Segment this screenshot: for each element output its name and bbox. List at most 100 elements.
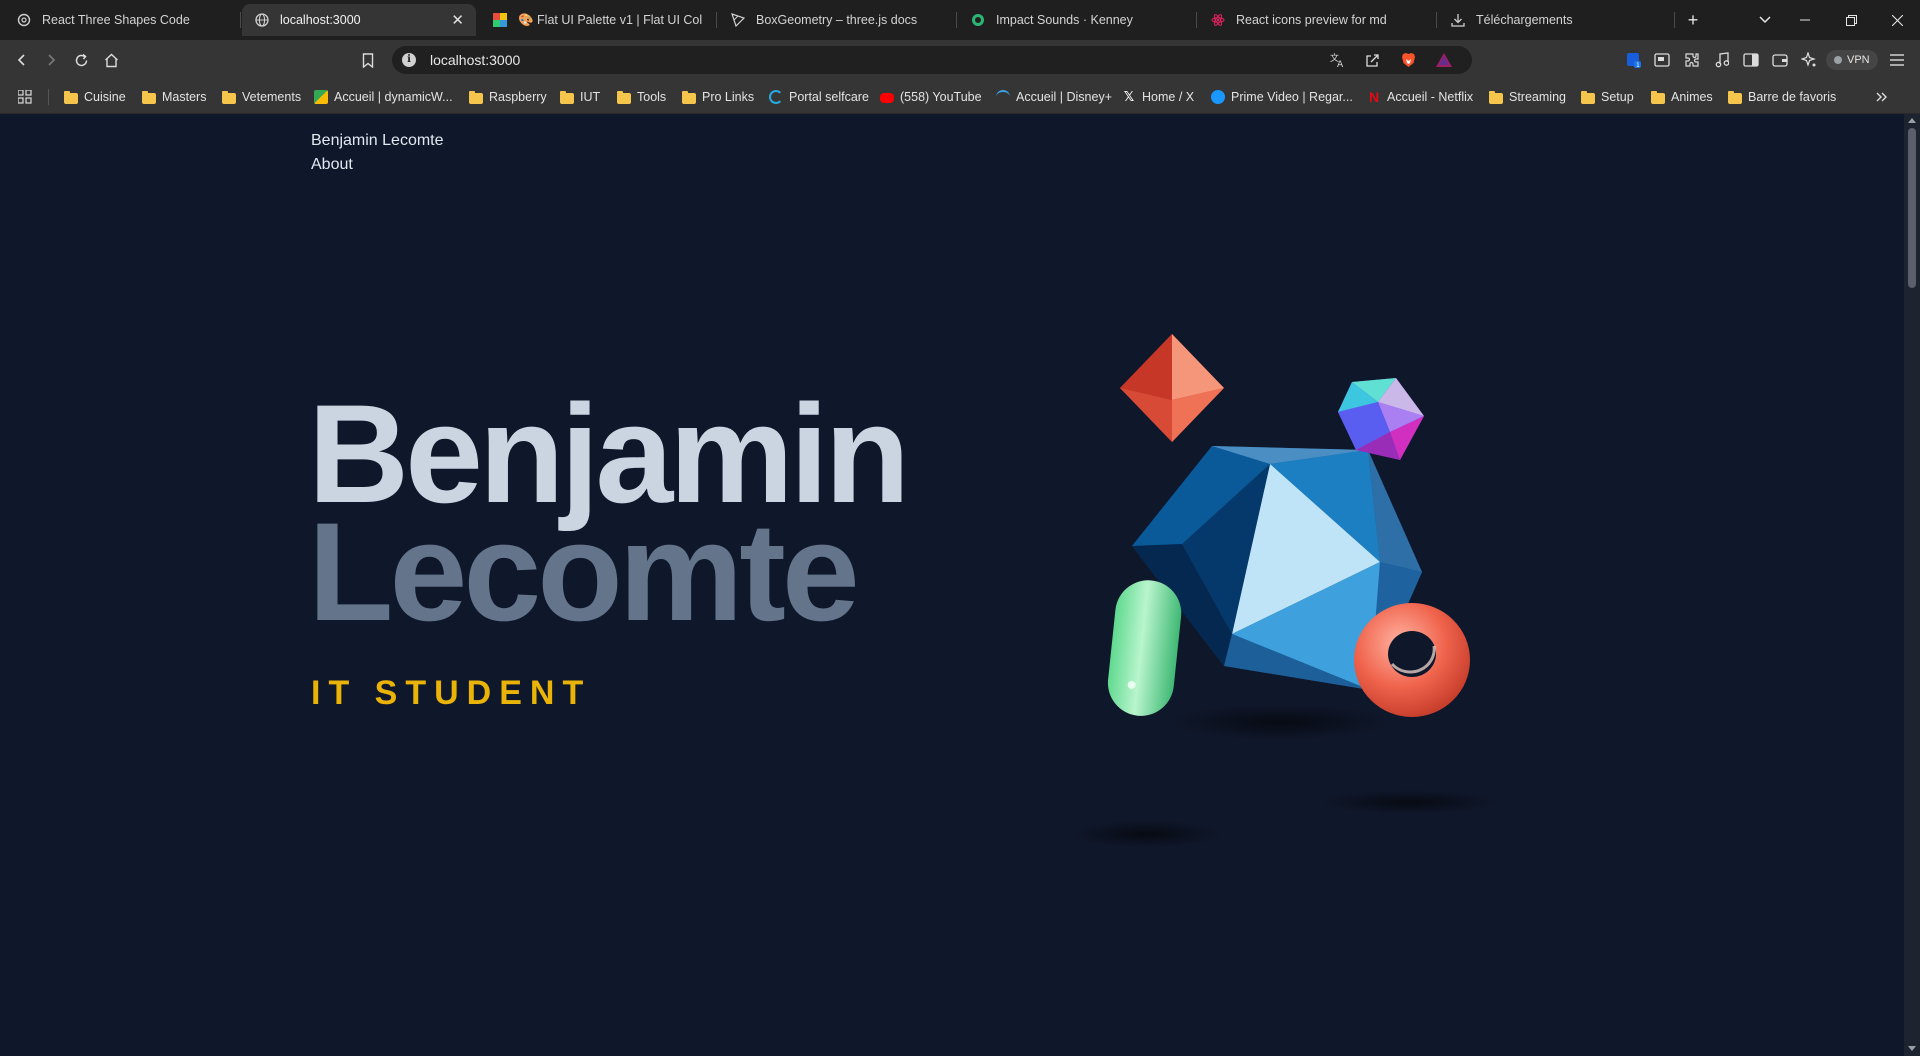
folder-icon	[64, 90, 78, 104]
main-menu-button[interactable]	[1885, 48, 1909, 72]
bookmark-label: Accueil | Disney+	[1016, 90, 1112, 104]
bookmark-dynamicw[interactable]: Accueil | dynamicW...	[314, 87, 453, 107]
tab-search-button[interactable]	[1752, 0, 1778, 40]
tab-flat-ui-palette[interactable]: 🎨 Flat UI Palette v1 | Flat UI Colors	[480, 4, 714, 36]
forward-button[interactable]	[39, 48, 63, 72]
tab-label: 🎨 Flat UI Palette v1 | Flat UI Colors	[518, 12, 702, 27]
tab-localhost[interactable]: localhost:3000 ✕	[242, 4, 476, 36]
bookmark-portal-selfcare[interactable]: Portal selfcare	[769, 87, 869, 107]
apps-button[interactable]	[18, 87, 32, 107]
scroll-up-arrow[interactable]	[1908, 118, 1916, 123]
download-icon	[1450, 12, 1466, 28]
bookmark-youtube[interactable]: (558) YouTube	[880, 87, 982, 107]
close-icon	[1891, 14, 1903, 26]
bookmark-disney[interactable]: Accueil | Disney+	[996, 87, 1112, 107]
bookmark-icon	[362, 52, 374, 68]
brave-rewards-button[interactable]	[1432, 48, 1456, 72]
brave-shields-button[interactable]	[1396, 48, 1420, 72]
green-capsule-shape	[1107, 580, 1182, 716]
bookmark-label: Prime Video | Regar...	[1231, 90, 1353, 104]
prime-video-icon	[1211, 90, 1225, 104]
shape-shadow	[1320, 790, 1500, 814]
scroll-down-arrow[interactable]	[1908, 1046, 1916, 1051]
folder-icon	[682, 90, 696, 104]
react-icon	[1210, 12, 1226, 28]
bookmark-label: Vetements	[242, 90, 302, 104]
bookmark-animes[interactable]: Animes	[1651, 87, 1713, 107]
share-icon	[1365, 53, 1379, 67]
tab-react-icons[interactable]: React icons preview for md	[1198, 4, 1432, 36]
youtube-icon	[880, 93, 894, 103]
chevron-double-right-icon	[1876, 92, 1887, 102]
folder-icon	[222, 90, 236, 104]
back-button[interactable]	[10, 48, 34, 72]
bookmark-raspberry[interactable]: Raspberry	[469, 87, 547, 107]
close-tab-icon[interactable]: ✕	[451, 11, 464, 29]
more-bookmarks-button[interactable]	[1876, 87, 1888, 107]
bookmark-cuisine[interactable]: Cuisine	[64, 87, 126, 107]
scrollbar-thumb[interactable]	[1908, 128, 1916, 288]
bookmark-tools[interactable]: Tools	[617, 87, 666, 107]
bookmark-label: Animes	[1671, 90, 1713, 104]
minimize-button[interactable]	[1790, 0, 1820, 40]
media-controls-button[interactable]	[1710, 48, 1734, 72]
address-bar[interactable]: i localhost:3000 文A	[392, 46, 1472, 74]
nav-home-link[interactable]: Benjamin Lecomte	[311, 132, 444, 150]
bookmark-page-button[interactable]	[356, 48, 380, 72]
chevron-down-icon	[1759, 16, 1771, 24]
browser-toolbar: i localhost:3000 文A 1 VPN	[0, 40, 1920, 80]
bookmark-vetements[interactable]: Vetements	[222, 87, 301, 107]
leo-ai-button[interactable]	[1797, 48, 1821, 72]
flat-ui-icon	[492, 12, 508, 28]
new-tab-button[interactable]: +	[1680, 0, 1706, 40]
translate-button[interactable]: 文A	[1326, 48, 1350, 72]
bookmark-x[interactable]: 𝕏 Home / X	[1122, 87, 1194, 107]
vpn-button[interactable]: VPN	[1826, 50, 1878, 70]
svg-text:A: A	[1337, 60, 1344, 68]
close-window-button[interactable]	[1882, 0, 1912, 40]
tab-label: BoxGeometry – three.js docs	[756, 13, 918, 27]
tab-separator	[1674, 12, 1675, 28]
disney-icon	[996, 90, 1010, 104]
home-button[interactable]	[99, 48, 123, 72]
tab-downloads[interactable]: Téléchargements	[1438, 4, 1672, 36]
bookmark-label: Home / X	[1142, 90, 1195, 104]
tab-label: Téléchargements	[1476, 13, 1573, 27]
share-button[interactable]	[1360, 48, 1384, 72]
folder-icon	[469, 90, 483, 104]
globe-icon	[254, 12, 270, 28]
tab-three-docs[interactable]: BoxGeometry – three.js docs	[718, 4, 952, 36]
sparkle-icon	[1801, 52, 1816, 67]
bookmark-masters[interactable]: Masters	[142, 87, 206, 107]
arrow-left-icon	[17, 54, 25, 66]
page-scrollbar[interactable]	[1904, 114, 1920, 1056]
shape-shadow	[1072, 820, 1222, 848]
bookmark-label: Setup	[1601, 90, 1634, 104]
restore-button[interactable]	[1836, 0, 1866, 40]
site-info-icon[interactable]: i	[402, 53, 416, 67]
sidebar-toggle-button[interactable]	[1739, 48, 1763, 72]
bookmark-netflix[interactable]: N Accueil - Netflix	[1367, 87, 1473, 107]
nav-about-link[interactable]: About	[311, 156, 353, 174]
bitwarden-extension[interactable]: 1	[1622, 48, 1646, 72]
hero-subtitle: IT STUDENT	[311, 674, 592, 712]
address-url: localhost:3000	[430, 52, 521, 68]
bookmark-setup[interactable]: Setup	[1581, 87, 1634, 107]
tab-label: React icons preview for md	[1236, 13, 1387, 27]
3d-shapes-canvas[interactable]	[1040, 334, 1540, 974]
extensions-button[interactable]	[1680, 48, 1704, 72]
wallet-button[interactable]	[1768, 48, 1792, 72]
bookmark-iut[interactable]: IUT	[560, 87, 600, 107]
bookmark-pro-links[interactable]: Pro Links	[682, 87, 754, 107]
picture-in-picture-extension[interactable]	[1650, 48, 1674, 72]
tab-label: localhost:3000	[280, 13, 361, 27]
tab-separator	[240, 12, 241, 28]
bookmark-streaming[interactable]: Streaming	[1489, 87, 1566, 107]
tab-react-three-shapes[interactable]: React Three Shapes Code	[4, 4, 238, 36]
reload-button[interactable]	[69, 48, 93, 72]
bookmark-prime-video[interactable]: Prime Video | Regar...	[1211, 87, 1353, 107]
tab-impact-sounds[interactable]: Impact Sounds · Kenney	[958, 4, 1192, 36]
coral-torus-shape	[1354, 603, 1470, 717]
vpn-label: VPN	[1847, 54, 1870, 66]
bookmark-barre-de-favoris[interactable]: Barre de favoris	[1728, 87, 1836, 107]
